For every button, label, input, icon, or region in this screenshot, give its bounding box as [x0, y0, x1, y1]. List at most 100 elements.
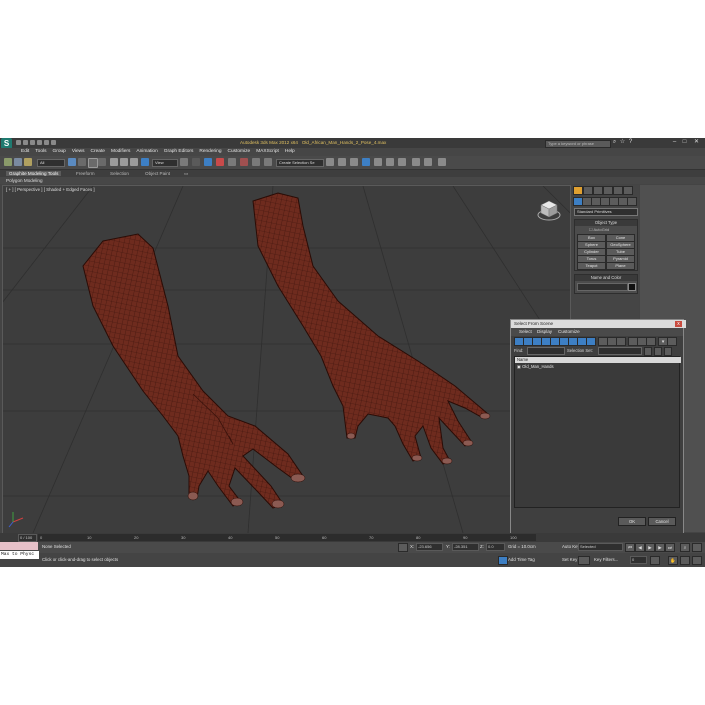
previous-frame-icon[interactable]: ◀ [635, 543, 645, 552]
spinner-snap-icon[interactable] [240, 158, 248, 166]
viewport-label[interactable]: [ + ] [ Perspective ] [ Shaded + Edged F… [6, 187, 95, 192]
search-input[interactable]: Type a keyword or phrase [545, 140, 611, 148]
pivot-center-icon[interactable] [180, 158, 188, 166]
object-name-input[interactable] [577, 283, 628, 291]
render-setup-icon[interactable] [398, 158, 406, 166]
save-file-icon[interactable] [30, 140, 35, 145]
align-icon[interactable] [326, 158, 334, 166]
dialog-menu-customize[interactable]: Customize [558, 329, 580, 334]
y-coordinate-field[interactable]: -28.351 [452, 543, 479, 551]
rendered-frame-icon[interactable] [412, 158, 420, 166]
select-invert-icon[interactable] [646, 337, 656, 346]
maximize-icon[interactable]: □ [680, 139, 689, 146]
unlink-icon[interactable] [14, 158, 22, 166]
dialog-close-icon[interactable]: x [675, 321, 682, 327]
systems-icon[interactable] [627, 197, 637, 206]
ok-button[interactable]: OK [618, 517, 646, 526]
minimize-icon[interactable]: – [670, 139, 679, 146]
menu-animation[interactable]: Animation [133, 149, 160, 154]
name-color-header[interactable]: Name and Color [575, 275, 637, 281]
tab-selection[interactable]: Selection [110, 171, 129, 176]
object-type-header[interactable]: Object Type [575, 220, 637, 226]
dialog-options-icon[interactable] [664, 347, 672, 356]
reference-coordinate-dropdown[interactable]: View [152, 159, 178, 167]
tab-freeform[interactable]: Freeform [76, 171, 95, 176]
dialog-menu-display[interactable]: Display [537, 329, 552, 334]
menu-customize[interactable]: Customize [225, 149, 254, 154]
menu-tools[interactable]: Tools [32, 149, 49, 154]
select-manipulate-icon[interactable] [141, 158, 149, 166]
viewcube-icon[interactable] [537, 198, 561, 222]
teapot-button[interactable]: Teapot [577, 262, 606, 270]
select-by-name-icon[interactable] [78, 158, 86, 166]
rotate-icon[interactable] [120, 158, 128, 166]
selection-filter-dropdown[interactable]: All [37, 159, 65, 167]
percent-snap-icon[interactable] [228, 158, 236, 166]
material-editor-icon[interactable] [386, 158, 394, 166]
add-time-tag[interactable]: Add Time Tag [508, 557, 535, 562]
column-header-name[interactable]: Name [515, 357, 681, 363]
viewport-canvas[interactable] [3, 186, 570, 533]
modify-tab-icon[interactable] [583, 186, 593, 195]
dialog-menu-select[interactable]: Select [519, 329, 532, 334]
play-icon[interactable]: ▶ [645, 543, 655, 552]
cancel-button[interactable]: Cancel [648, 517, 676, 526]
object-color-swatch[interactable] [628, 283, 636, 291]
lock-selection-icon[interactable] [398, 543, 408, 552]
open-file-icon[interactable] [23, 140, 28, 145]
polygon-modeling-label[interactable]: Polygon Modeling [6, 178, 43, 183]
x-coordinate-field[interactable]: -23.656 [416, 543, 443, 551]
autogrid-checkbox[interactable]: ☐ AutoGrid [589, 227, 609, 232]
maxscript-listener-bottom[interactable]: Max to Physc [0, 551, 39, 559]
display-tab-icon[interactable] [613, 186, 623, 195]
hierarchy-tab-icon[interactable] [593, 186, 603, 195]
menu-graph-editors[interactable]: Graph Editors [161, 149, 197, 154]
motion-tab-icon[interactable] [603, 186, 613, 195]
right-hand-mesh[interactable] [252, 192, 491, 465]
primitive-category-dropdown[interactable]: Standard Primitives [574, 208, 638, 216]
render-production-icon[interactable] [424, 158, 432, 166]
menu-edit[interactable]: Edit [18, 149, 32, 154]
layer-manager-icon[interactable] [338, 158, 346, 166]
selection-set-dropdown[interactable] [598, 347, 642, 355]
key-mode-dropdown[interactable]: Selected [578, 543, 623, 551]
sync-selection-icon[interactable] [667, 337, 677, 346]
left-hand-mesh[interactable] [82, 233, 306, 509]
tab-object-paint[interactable]: Object Paint [145, 171, 170, 176]
go-to-start-icon[interactable]: ⏮ [625, 543, 635, 552]
mirror-icon[interactable] [264, 158, 272, 166]
undo-icon[interactable] [37, 140, 42, 145]
schematic-view-icon[interactable] [374, 158, 382, 166]
menu-create[interactable]: Create [88, 149, 108, 154]
find-input[interactable] [527, 347, 565, 355]
time-config-icon[interactable] [650, 556, 660, 565]
close-icon[interactable]: ✕ [692, 139, 701, 146]
time-tag-icon[interactable] [498, 556, 508, 565]
create-tab-icon[interactable] [573, 186, 583, 195]
menu-rendering[interactable]: Rendering [196, 149, 224, 154]
menu-group[interactable]: Group [49, 149, 68, 154]
maximize-viewport-icon[interactable] [692, 556, 702, 565]
keyboard-shortcut-icon[interactable] [192, 158, 200, 166]
z-coordinate-field[interactable]: 0.0 [486, 543, 505, 551]
rectangular-selection-icon[interactable] [88, 158, 98, 168]
graphite-toggle-icon[interactable] [350, 158, 358, 166]
maxscript-listener-top[interactable] [0, 542, 38, 550]
menu-views[interactable]: Views [69, 149, 88, 154]
new-file-icon[interactable] [16, 140, 21, 145]
zoom-icon[interactable]: ⌕ [680, 543, 690, 552]
perspective-viewport[interactable]: [ + ] [ Perspective ] [ Shaded + Edged F… [2, 185, 571, 534]
go-to-end-icon[interactable]: ⏭ [665, 543, 675, 552]
orbit-icon[interactable] [680, 556, 690, 565]
scene-object-list[interactable]: Name ▣ Old_Man_Hands [514, 356, 681, 508]
snaps-toggle-icon[interactable] [204, 158, 212, 166]
next-frame-icon[interactable]: ▶ [655, 543, 665, 552]
angle-snap-icon[interactable] [216, 158, 224, 166]
track-bar[interactable]: 0 10 20 30 40 50 60 70 80 90 100 [38, 534, 536, 541]
menu-help[interactable]: Help [282, 149, 298, 154]
pan-icon[interactable]: ✋ [668, 556, 678, 565]
display-bones-icon[interactable] [586, 337, 596, 346]
select-link-icon[interactable] [4, 158, 12, 166]
remove-selection-set-icon[interactable] [654, 347, 662, 356]
utilities-tab-icon[interactable] [623, 186, 633, 195]
